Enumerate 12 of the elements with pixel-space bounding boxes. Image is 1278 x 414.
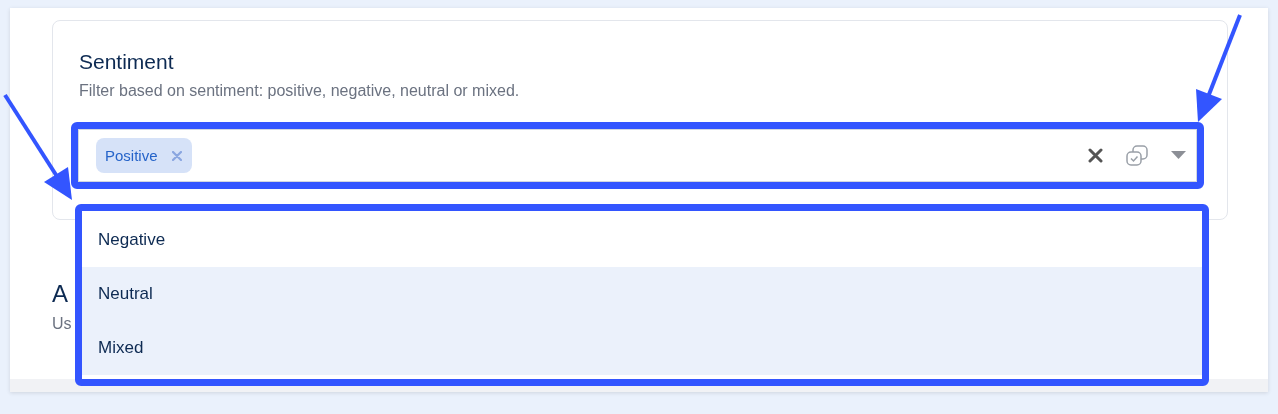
section-title: Sentiment [79, 49, 175, 75]
selected-tag[interactable]: Positive [96, 138, 192, 173]
dropdown-option[interactable]: Mixed [82, 321, 1202, 375]
multi-select-field[interactable]: Positive [78, 129, 1197, 182]
section-title: A [52, 280, 68, 308]
caret-icon[interactable] [1171, 151, 1186, 160]
copy-check-icon[interactable] [1125, 144, 1149, 167]
section-description: Us [52, 314, 72, 334]
dropdown-option[interactable]: Neutral [82, 267, 1202, 321]
section-description: Filter based on sentiment: positive, negative, neutral or mixed. [79, 81, 521, 101]
clear-icon[interactable] [1088, 148, 1103, 163]
remove-icon[interactable] [171, 150, 182, 161]
